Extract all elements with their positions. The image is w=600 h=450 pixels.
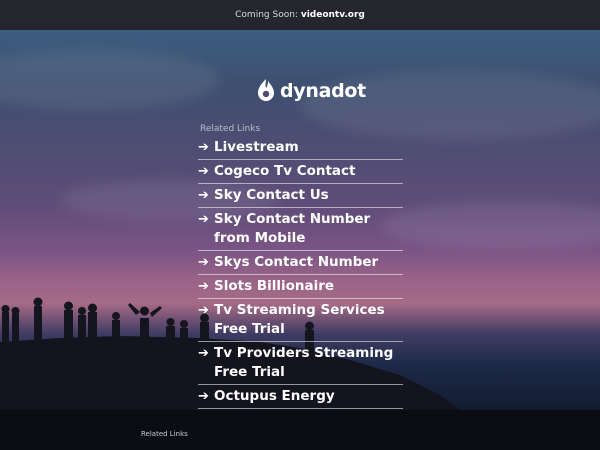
domain-name: videontv.org: [300, 10, 365, 20]
related-link-label[interactable]: Tv Streaming Services Free Trial: [214, 301, 403, 339]
arrow-right-icon: ➔: [198, 164, 209, 179]
arrow-right-icon: ➔: [198, 346, 209, 361]
related-link-label[interactable]: Cogeco Tv Contact: [214, 162, 403, 181]
related-link-item[interactable]: ➔ Sky Contact Number from Mobile: [198, 208, 403, 251]
related-link-item[interactable]: ➔ Skys Contact Number: [198, 251, 403, 275]
coming-soon-label: Coming Soon:: [235, 10, 298, 20]
arrow-right-icon: ➔: [198, 279, 209, 294]
related-link-label[interactable]: Skys Contact Number: [214, 253, 403, 272]
coming-soon-bar: Coming Soon: videontv.org: [0, 0, 600, 30]
related-link-item[interactable]: ➔ Sky Contact Us: [198, 184, 403, 208]
related-link-item[interactable]: ➔ Livestream: [198, 136, 403, 160]
related-link-item[interactable]: ➔ Tv Providers Streaming Free Trial: [198, 342, 403, 385]
arrow-right-icon: ➔: [198, 140, 209, 155]
arrow-right-icon: ➔: [198, 303, 209, 318]
arrow-right-icon: ➔: [198, 212, 209, 227]
related-links-heading: Related Links: [200, 124, 261, 134]
footer: Related Links: [0, 410, 600, 450]
hero-background: dynadot Related Links ➔ Livestream ➔ Cogeco…: [0, 30, 600, 410]
dynadot-logo[interactable]: dynadot: [255, 76, 366, 106]
arrow-right-icon: ➔: [198, 188, 209, 203]
arrow-right-icon: ➔: [198, 389, 209, 404]
footer-related-links[interactable]: Related Links: [141, 430, 188, 438]
related-link-label[interactable]: Livestream: [214, 138, 403, 157]
dynadot-flame-icon: [258, 79, 274, 101]
related-link-label[interactable]: Slots Billionaire: [214, 277, 403, 296]
arrow-right-icon: ➔: [198, 255, 209, 270]
dynadot-wordmark: dynadot: [280, 80, 366, 102]
related-link-label[interactable]: Tv Providers Streaming Free Trial: [214, 344, 403, 382]
related-link-item[interactable]: ➔ Cogeco Tv Contact: [198, 160, 403, 184]
related-links-panel: Related Links ➔ Livestream ➔ Cogeco Tv Cont…: [198, 124, 403, 410]
related-link-label[interactable]: Octupus Energy: [214, 387, 403, 406]
related-link-item[interactable]: ➔ Octupus Energy: [198, 385, 403, 409]
related-link-item[interactable]: ➔ Slots Billionaire: [198, 275, 403, 299]
related-link-label[interactable]: Sky Contact Us: [214, 186, 403, 205]
related-link-item[interactable]: ➔ Tv Streaming Services Free Trial: [198, 299, 403, 342]
related-links-list: ➔ Livestream ➔ Cogeco Tv Contact ➔ Sky Contac…: [198, 136, 403, 410]
related-link-label[interactable]: Sky Contact Number from Mobile: [214, 210, 403, 248]
